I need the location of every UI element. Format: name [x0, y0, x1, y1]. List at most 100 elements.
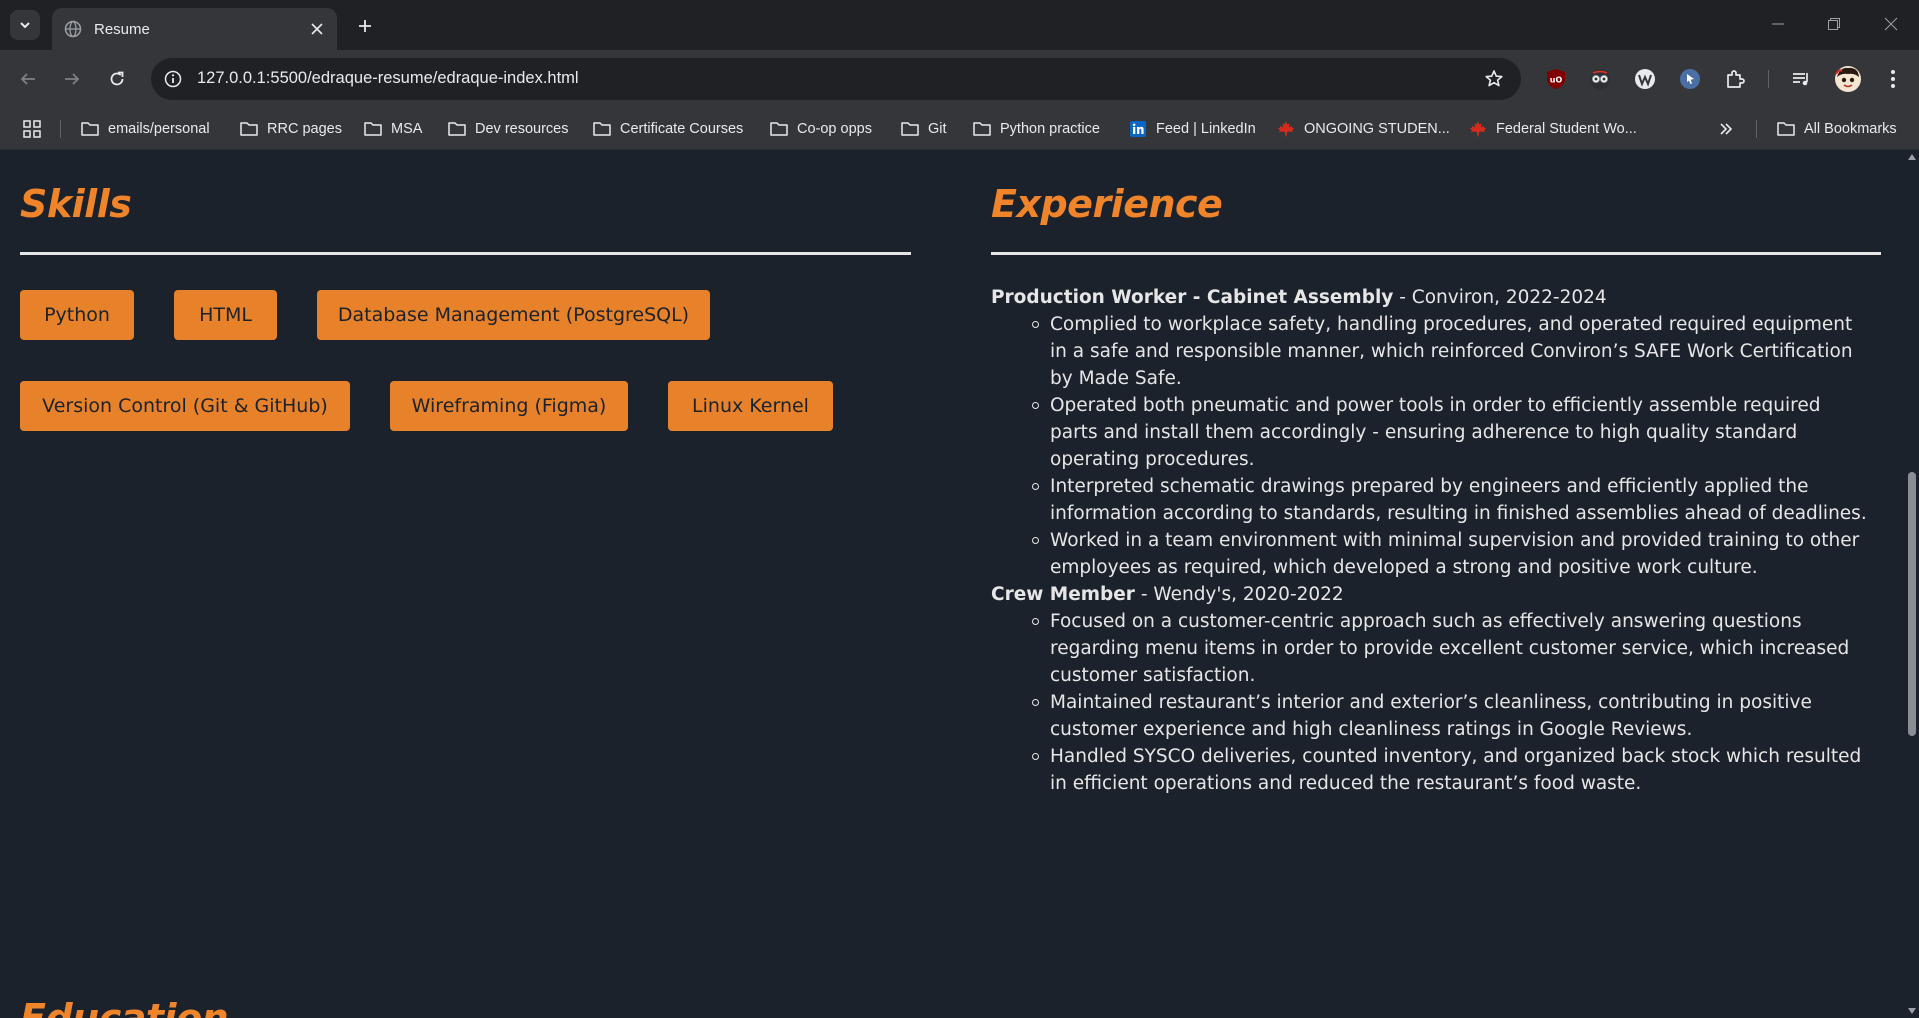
close-icon: [1884, 17, 1898, 31]
bookmark-item[interactable]: Co-op opps: [769, 116, 872, 142]
bookmark-label: Python practice: [1000, 121, 1100, 137]
bookmark-item[interactable]: Feed | LinkedIn: [1128, 116, 1256, 142]
bookmark-item[interactable]: ONGOING STUDEN...: [1276, 116, 1450, 142]
tab-strip: Resume: [0, 0, 1919, 50]
bookmark-label: Git: [928, 121, 947, 137]
folder-icon: [1776, 119, 1796, 139]
bookmark-item[interactable]: Python practice: [972, 116, 1100, 142]
globe-icon: [64, 20, 82, 38]
bookmark-label: Co-op opps: [797, 121, 872, 137]
chrome-menu-button[interactable]: [1879, 65, 1907, 93]
scroll-up-arrow[interactable]: [1908, 154, 1916, 160]
arrow-right-icon: [65, 73, 80, 85]
bookmark-item[interactable]: RRC pages: [239, 116, 342, 142]
page-scrollbar[interactable]: [1905, 150, 1919, 1018]
toolbar-separator: [1768, 70, 1769, 88]
restore-button[interactable]: [1822, 12, 1846, 36]
bookmark-label: ONGOING STUDEN...: [1304, 121, 1450, 137]
job-role: Crew Member: [991, 584, 1135, 605]
maple-leaf-icon: [1276, 119, 1296, 139]
job-bullets: Focused on a customer-centric approach s…: [1032, 608, 1871, 797]
all-bookmarks-label: All Bookmarks: [1804, 121, 1897, 137]
bookmark-label: MSA: [391, 121, 423, 137]
back-button[interactable]: [14, 65, 42, 93]
job-bullet: Complied to workplace safety, handling p…: [1032, 311, 1871, 392]
skills-divider: [20, 252, 911, 255]
folder-icon: [972, 119, 992, 139]
folder-icon: [447, 119, 467, 139]
new-tab-button[interactable]: [352, 13, 378, 39]
folder-icon: [363, 119, 383, 139]
plus-icon: [359, 20, 371, 32]
url-text[interactable]: 127.0.0.1:5500/edraque-resume/edraque-in…: [197, 69, 579, 88]
active-tab[interactable]: Resume: [52, 8, 337, 50]
job-bullet: Handled SYSCO deliveries, counted invent…: [1032, 743, 1871, 797]
bookmark-label: emails/personal: [108, 121, 210, 137]
browser-toolbar: 127.0.0.1:5500/edraque-resume/edraque-in…: [0, 50, 1919, 108]
bookmark-label: Certificate Courses: [620, 121, 744, 137]
bookmark-label: RRC pages: [267, 121, 342, 137]
skill-badge: Python: [20, 290, 134, 340]
address-bar[interactable]: 127.0.0.1:5500/edraque-resume/edraque-in…: [151, 58, 1521, 100]
forward-button[interactable]: [58, 65, 86, 93]
folder-icon: [900, 119, 920, 139]
skills-heading: Skills: [20, 182, 132, 226]
bookmark-label: Federal Student Wo...: [1496, 121, 1637, 137]
skill-badge: Wireframing (Figma): [390, 381, 628, 431]
bookmark-item[interactable]: emails/personal: [80, 116, 210, 142]
svg-text:uO: uO: [1550, 76, 1563, 85]
skill-badge: Version Control (Git & GitHub): [20, 381, 350, 431]
site-info-icon[interactable]: [161, 67, 185, 91]
job-bullet: Maintained restaurant’s interior and ext…: [1032, 689, 1871, 743]
tab-search-button[interactable]: [10, 10, 40, 40]
more-bookmarks-button[interactable]: [1718, 116, 1734, 142]
cursor-extension-icon[interactable]: [1676, 65, 1704, 93]
bookmark-item[interactable]: MSA: [363, 116, 422, 142]
wappalyzer-icon[interactable]: [1631, 65, 1659, 93]
job-bullets: Complied to workplace safety, handling p…: [1032, 311, 1871, 581]
close-window-button[interactable]: [1879, 12, 1903, 36]
folder-icon: [592, 119, 612, 139]
job-detail: - Conviron, 2022-2024: [1393, 287, 1607, 308]
bookmark-item[interactable]: Dev resources: [447, 116, 568, 142]
experience-list: Production Worker - Cabinet Assembly - C…: [991, 284, 1871, 797]
extensions-puzzle-icon[interactable]: [1721, 65, 1749, 93]
media-controls-icon[interactable]: [1787, 65, 1815, 93]
bookmark-item[interactable]: Federal Student Wo...: [1468, 116, 1637, 142]
skill-badge: Linux Kernel: [668, 381, 833, 431]
restore-icon: [1828, 18, 1840, 30]
all-bookmarks-button[interactable]: All Bookmarks: [1776, 116, 1897, 142]
kebab-menu-icon: [1891, 70, 1895, 88]
maple-leaf-icon: [1468, 119, 1488, 139]
job-bullet: Worked in a team environment with minima…: [1032, 527, 1871, 581]
job-bullet: Operated both pneumatic and power tools …: [1032, 392, 1871, 473]
job-heading: Crew Member - Wendy's, 2020-2022: [991, 581, 1871, 608]
bookmark-label: Dev resources: [475, 121, 569, 137]
ublock-origin-icon[interactable]: uO: [1542, 65, 1570, 93]
job-bullet: Focused on a customer-centric approach s…: [1032, 608, 1871, 689]
bookmarks-bar: emails/personal RRC pages MSA Dev resour…: [0, 108, 1919, 150]
close-tab-icon[interactable]: [307, 19, 327, 39]
scroll-thumb[interactable]: [1908, 472, 1916, 736]
job-bullet: Interpreted schematic drawings prepared …: [1032, 473, 1871, 527]
scroll-down-arrow[interactable]: [1908, 1008, 1916, 1014]
profile-avatar[interactable]: [1833, 64, 1863, 94]
experience-divider: [991, 252, 1881, 255]
experience-heading: Experience: [991, 182, 1223, 226]
linkedin-icon: [1128, 119, 1148, 139]
bookmark-label: Feed | LinkedIn: [1156, 121, 1256, 137]
bookmark-item[interactable]: Git: [900, 116, 947, 142]
minimize-icon: [1772, 23, 1784, 25]
bookmarks-separator: [60, 120, 61, 138]
spectacles-extension-icon[interactable]: [1586, 65, 1614, 93]
page-content: Skills Python HTML Database Management (…: [0, 150, 1905, 1018]
apps-grid-icon[interactable]: [20, 117, 44, 141]
reload-icon: [110, 71, 124, 86]
folder-icon: [80, 119, 100, 139]
bookmark-item[interactable]: Certificate Courses: [592, 116, 743, 142]
minimize-button[interactable]: [1766, 12, 1790, 36]
arrow-left-icon: [20, 73, 35, 85]
education-heading: Education: [20, 996, 229, 1018]
reload-button[interactable]: [103, 65, 131, 93]
bookmark-star-icon[interactable]: [1483, 68, 1505, 90]
